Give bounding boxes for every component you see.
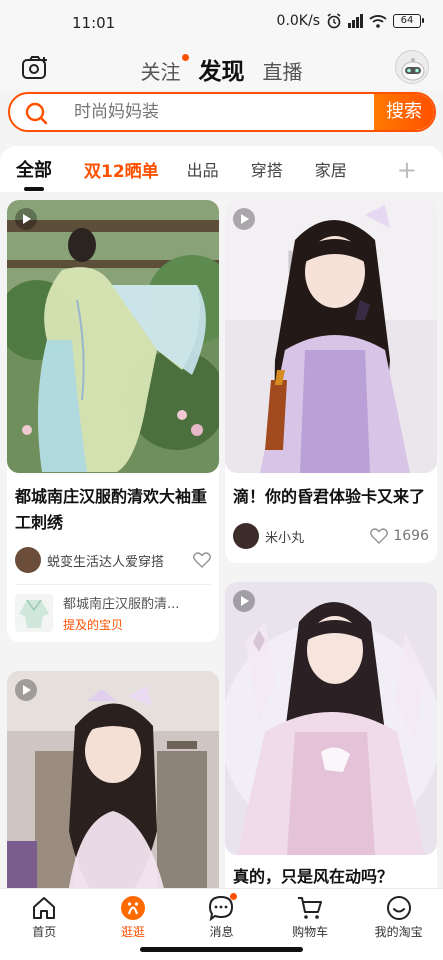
profile-icon <box>386 896 411 920</box>
top-nav: 关注 发现 直播 <box>0 46 443 90</box>
author-row: 米小丸 1696 <box>233 522 429 550</box>
search-bar: 搜索 <box>8 92 436 132</box>
nav-tabs: 关注 发现 直播 <box>0 52 443 86</box>
tab-profile[interactable]: 我的淘宝 <box>354 889 443 960</box>
tab-cart-label: 购物车 <box>292 925 329 939</box>
tab-messages-label: 消息 <box>209 925 234 939</box>
feed-card[interactable] <box>7 671 219 888</box>
card-title: 滴！你的昏君体验卡又来了 <box>233 487 426 506</box>
alarm-icon <box>327 13 341 29</box>
author-avatar[interactable] <box>233 523 259 549</box>
author-name[interactable]: 蜕变生活达人爱穿搭 <box>47 551 193 570</box>
tab-follow[interactable]: 关注 <box>140 54 189 85</box>
tab-discover-label: 逛逛 <box>120 925 145 939</box>
video-indicator-icon <box>233 208 255 230</box>
heart-icon[interactable] <box>370 528 389 544</box>
home-icon <box>33 897 56 919</box>
status-indicators: 0.0K/s 64 <box>276 13 424 29</box>
author-name[interactable]: 米小丸 <box>265 527 370 546</box>
tab-follow-label: 关注 <box>140 60 181 84</box>
category-home[interactable]: 家居 <box>315 157 347 181</box>
feed-card[interactable]: 都城南庄汉服酌清欢大袖重工刺绣 蜕变生活达人爱穿搭 都城南庄汉服酌清... 提及… <box>7 200 219 642</box>
card-image <box>7 671 219 888</box>
add-category-button[interactable]: + <box>397 156 417 184</box>
author-avatar[interactable] <box>15 547 41 573</box>
network-speed: 0.0K/s <box>276 13 320 29</box>
feed-card[interactable]: UCC 滴！你的昏君体验卡又来了 米小丸 1696 <box>225 200 437 563</box>
search-input[interactable] <box>74 94 374 130</box>
like-count: 1696 <box>393 528 429 544</box>
video-indicator-icon <box>15 208 37 230</box>
discover-icon <box>120 896 145 920</box>
author-row: 蜕变生活达人爱穿搭 <box>15 546 211 574</box>
search-icon <box>25 102 48 125</box>
category-outfits[interactable]: 穿搭 <box>251 157 283 181</box>
product-text: 都城南庄汉服酌清... 提及的宝贝 <box>63 593 203 633</box>
video-indicator-icon <box>233 590 255 612</box>
tab-home-label: 首页 <box>32 925 57 939</box>
card-title: 都城南庄汉服酌清欢大袖重工刺绣 <box>15 487 208 532</box>
signal-icon <box>348 14 363 28</box>
product-thumbnail <box>15 593 53 632</box>
category-products[interactable]: 出品 <box>187 157 219 181</box>
status-time: 11:01 <box>72 14 116 32</box>
tab-live[interactable]: 直播 <box>263 56 303 85</box>
card-image: UCC <box>225 200 437 473</box>
tab-home[interactable]: 首页 <box>0 889 89 960</box>
avatar[interactable] <box>395 50 429 84</box>
tab-discover[interactable]: 发现 <box>199 52 245 86</box>
heart-icon[interactable] <box>193 552 211 568</box>
card-title: 真的，只是风在动吗？ <box>233 867 394 886</box>
feed-card[interactable]: 真的，只是风在动吗？ <box>225 582 437 888</box>
wifi-icon <box>369 15 387 28</box>
message-badge <box>230 893 238 900</box>
mentioned-product[interactable]: 都城南庄汉服酌清... 提及的宝贝 <box>15 584 211 640</box>
category-tabs: 全部 双12晒单 出品 穿搭 家居 + <box>0 146 443 192</box>
card-image <box>225 582 437 855</box>
card-image <box>7 200 219 473</box>
home-indicator <box>140 947 303 952</box>
category-all[interactable]: 全部 <box>16 156 52 191</box>
video-indicator-icon <box>15 679 37 701</box>
search-button[interactable]: 搜索 <box>374 94 434 130</box>
status-bar: 11:01 0.0K/s 64 <box>0 0 443 46</box>
product-name: 都城南庄汉服酌清... <box>63 596 180 612</box>
cart-icon <box>298 897 323 919</box>
feed: 都城南庄汉服酌清欢大袖重工刺绣 蜕变生活达人爱穿搭 都城南庄汉服酌清... 提及… <box>0 192 443 888</box>
battery-indicator: 64 <box>393 14 424 28</box>
category-double12[interactable]: 双12晒单 <box>84 157 159 182</box>
notification-dot <box>181 54 189 61</box>
product-tag: 提及的宝贝 <box>63 617 124 632</box>
tab-profile-label: 我的淘宝 <box>374 925 423 939</box>
